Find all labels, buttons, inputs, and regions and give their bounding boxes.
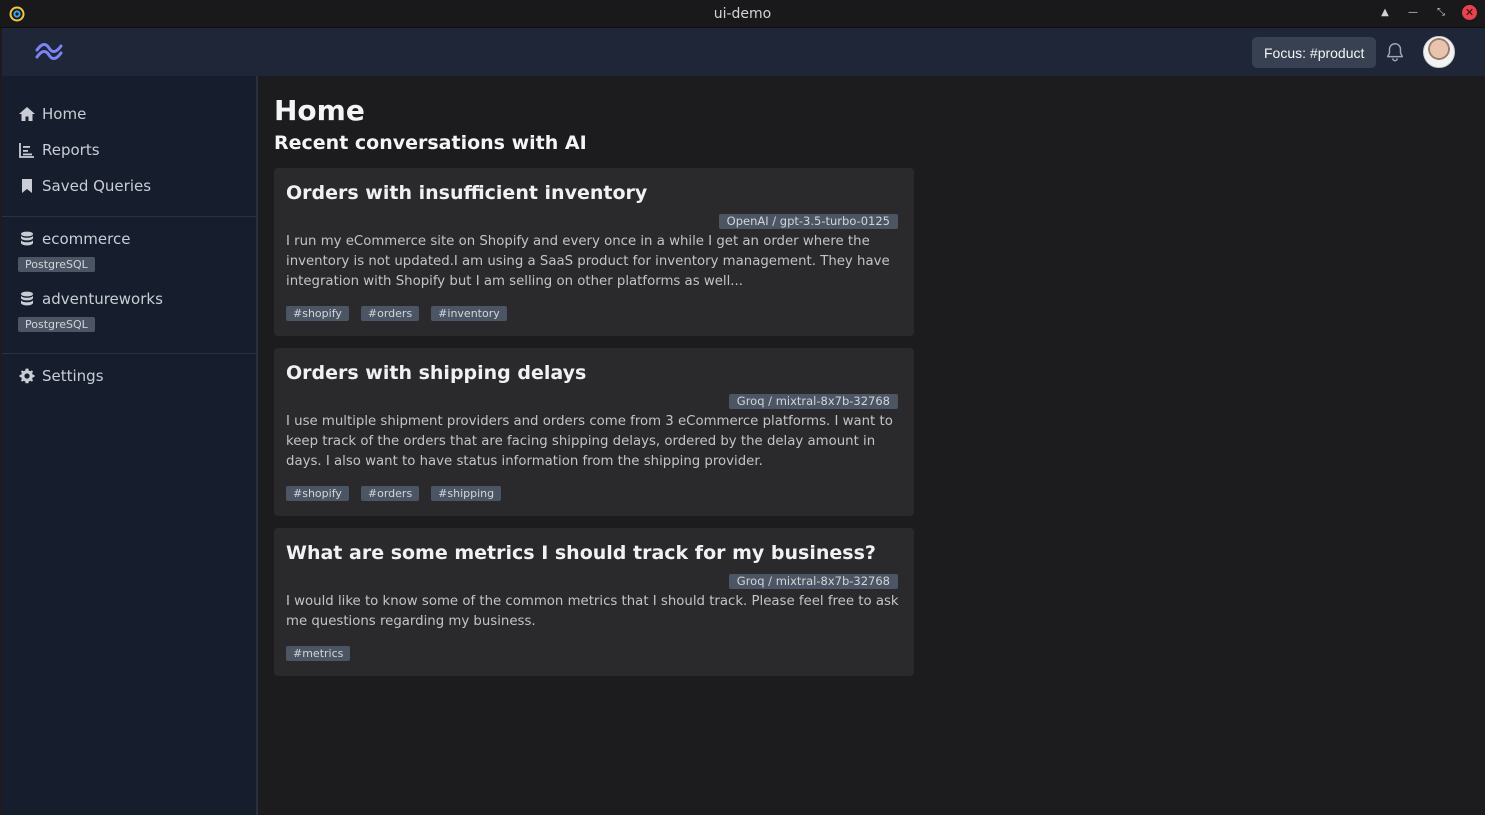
model-badge: Groq / mixtral-8x7b-32768 (728, 394, 898, 409)
sidebar: Home Reports Saved Queries ecommerce Pos… (2, 76, 258, 815)
user-avatar[interactable] (1423, 36, 1455, 68)
conversation-description: I run my eCommerce site on Shopify and e… (286, 234, 890, 289)
page-title: Home (274, 94, 365, 127)
window-shade-icon[interactable]: ▲ (1378, 6, 1392, 20)
window-maximize-icon[interactable]: ⤡ (1434, 6, 1448, 20)
database-name: adventureworks (42, 290, 163, 308)
sidebar-divider (2, 353, 256, 354)
window-close-icon[interactable]: ✕ (1462, 5, 1477, 20)
database-type-badge: PostgreSQL (18, 317, 95, 332)
database-type-badge: PostgreSQL (18, 257, 95, 272)
gear-icon (19, 368, 35, 384)
sidebar-divider (2, 216, 256, 217)
conversation-card[interactable]: Orders with shipping delays Groq / mixtr… (274, 348, 914, 516)
conversation-title[interactable]: Orders with shipping delays (286, 362, 586, 384)
sidebar-item-adventureworks[interactable]: adventureworks (18, 287, 163, 311)
database-name: ecommerce (42, 230, 131, 248)
tag-badge[interactable]: #orders (360, 486, 420, 501)
app-header: Focus: #product (2, 28, 1485, 76)
conversation-title[interactable]: What are some metrics I should track for… (286, 542, 876, 564)
window-title: ui-demo (713, 5, 772, 22)
sidebar-item-settings[interactable]: Settings (18, 364, 104, 388)
conversation-card[interactable]: Orders with insufficient inventory OpenA… (274, 168, 914, 336)
conversation-description: I use multiple shipment providers and or… (286, 414, 893, 469)
tag-badge[interactable]: #inventory (431, 306, 507, 321)
window-titlebar: ui-demo ▲ — ⤡ ✕ (0, 0, 1485, 28)
conversation-card[interactable]: What are some metrics I should track for… (274, 528, 914, 676)
app-icon (9, 6, 25, 22)
sidebar-item-label: Home (42, 105, 87, 123)
window-controls: ▲ — ⤡ ✕ (1378, 5, 1477, 20)
sidebar-item-label: Reports (42, 141, 100, 159)
focus-button[interactable]: Focus: #product (1252, 37, 1377, 68)
window-minimize-icon[interactable]: — (1406, 6, 1420, 20)
bookmark-icon (22, 179, 32, 193)
tag-badge[interactable]: #shipping (431, 486, 502, 501)
model-badge: OpenAI / gpt-3.5-turbo-0125 (718, 214, 898, 229)
home-icon (19, 107, 35, 121)
tag-badge[interactable]: #shopify (286, 306, 349, 321)
sidebar-item-reports[interactable]: Reports (18, 138, 100, 162)
sidebar-item-home[interactable]: Home (18, 102, 86, 126)
database-icon (21, 231, 33, 246)
tag-badge[interactable]: #shopify (286, 486, 349, 501)
section-subtitle: Recent conversations with AI (274, 132, 587, 154)
logo-icon[interactable] (34, 42, 64, 62)
sidebar-item-label: Saved Queries (42, 177, 152, 195)
sidebar-item-ecommerce[interactable]: ecommerce (18, 227, 130, 251)
tag-list: #shopify #orders #inventory (286, 306, 507, 321)
database-icon (21, 291, 33, 306)
tag-list: #shopify #orders #shipping (286, 486, 502, 501)
chart-icon (19, 143, 34, 158)
tag-badge[interactable]: #orders (360, 306, 420, 321)
bell-icon[interactable] (1384, 41, 1406, 63)
conversation-title[interactable]: Orders with insufficient inventory (286, 182, 647, 204)
model-badge: Groq / mixtral-8x7b-32768 (728, 574, 898, 589)
sidebar-item-label: Settings (42, 367, 104, 385)
tag-list: #metrics (286, 646, 351, 661)
tag-badge[interactable]: #metrics (286, 646, 351, 661)
conversation-description: I would like to know some of the common … (286, 594, 899, 629)
sidebar-item-saved-queries[interactable]: Saved Queries (18, 174, 151, 198)
